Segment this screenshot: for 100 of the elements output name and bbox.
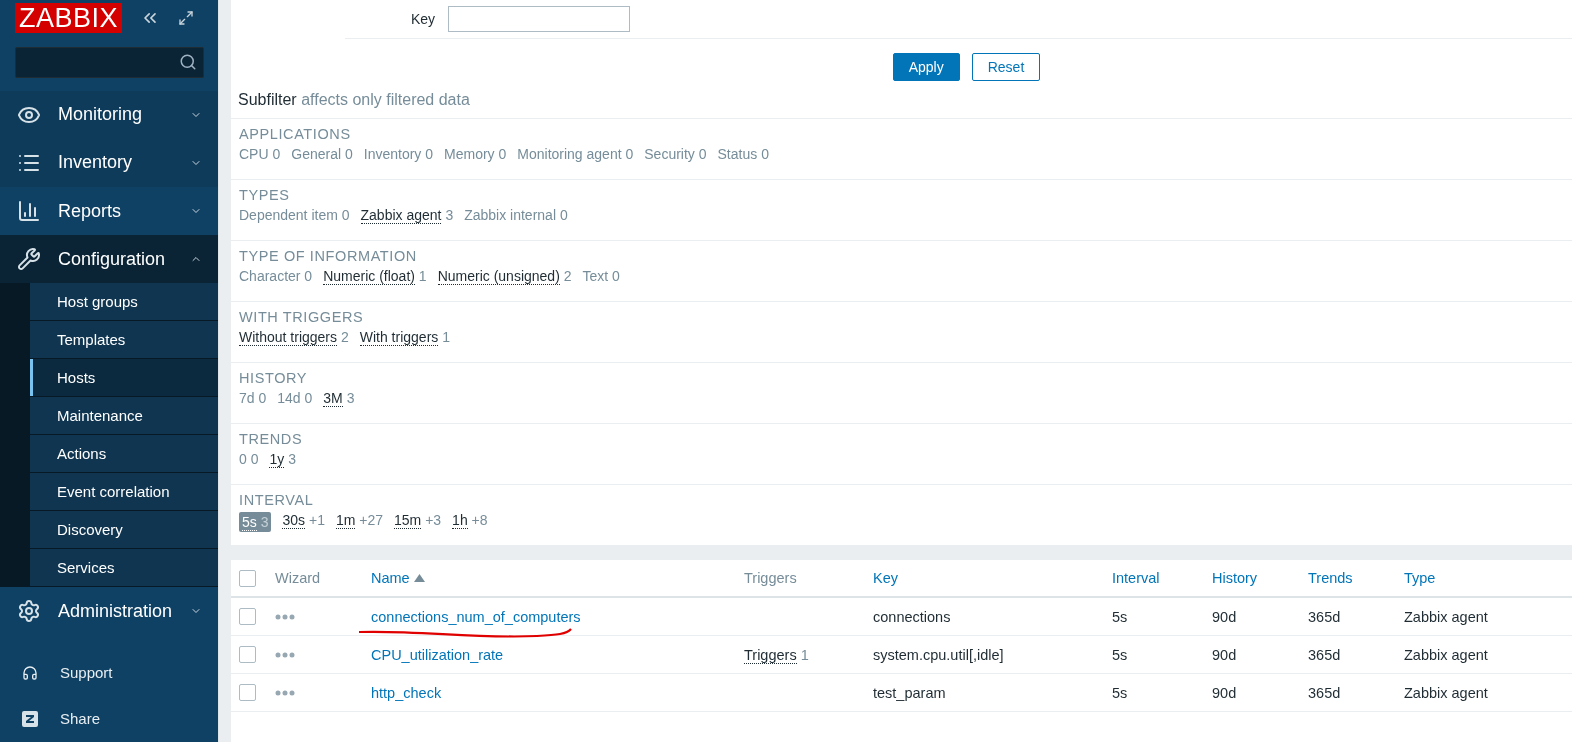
key-input[interactable] bbox=[448, 6, 631, 32]
submenu-item[interactable]: Services bbox=[30, 549, 218, 588]
footer-link[interactable]: Support bbox=[0, 649, 218, 696]
sort-ascending-icon bbox=[413, 574, 425, 582]
search-icon bbox=[179, 53, 197, 72]
subfilter-option: General 0 bbox=[291, 146, 353, 162]
history-cell-text: 90d bbox=[1212, 684, 1238, 701]
subfilter-option: Inventory 0 bbox=[363, 146, 434, 162]
menu-label: Reports bbox=[58, 200, 123, 222]
subfilter-title: Subfilter affects only filtered data bbox=[231, 81, 1572, 119]
subfilter-group-title: INTERVAL bbox=[239, 492, 315, 508]
type-cell-text: Zabbix agent bbox=[1404, 608, 1489, 625]
subfilter-option: Security 0 bbox=[644, 146, 707, 162]
key-cell-text: test_param bbox=[873, 684, 947, 701]
submenu-item[interactable]: Templates bbox=[30, 321, 218, 360]
menu-item[interactable]: Inventory bbox=[0, 138, 218, 187]
trends-cell-text: 365d bbox=[1308, 684, 1342, 701]
subfilter-option[interactable]: Numeric (float) 1 bbox=[323, 268, 427, 284]
subfilter-option[interactable]: 3M 3 bbox=[323, 390, 355, 406]
key-cell-text: connections bbox=[873, 608, 952, 625]
subfilter-group-title: TYPES bbox=[239, 187, 291, 203]
subfilter-option: Zabbix internal 0 bbox=[464, 207, 568, 223]
more-options-icon[interactable] bbox=[275, 651, 295, 658]
history-cell-text: 90d bbox=[1212, 608, 1238, 625]
history-cell-text: 90d bbox=[1212, 646, 1238, 663]
column-header[interactable]: Name bbox=[371, 570, 744, 586]
submenu-item[interactable]: Maintenance bbox=[30, 397, 218, 436]
subfilter-option: Status 0 bbox=[717, 146, 769, 162]
footer-link[interactable]: Share bbox=[0, 695, 218, 742]
menu-label: Configuration bbox=[58, 248, 167, 270]
more-options-icon[interactable] bbox=[275, 689, 295, 696]
subfilter-option: CPU 0 bbox=[239, 146, 281, 162]
kiosk-mode-icon[interactable] bbox=[178, 10, 195, 27]
subfilter-option: 14d 0 bbox=[277, 390, 313, 406]
subfilter-option: 7d 0 bbox=[239, 390, 267, 406]
item-name-link[interactable]: http_check bbox=[371, 684, 442, 701]
column-header[interactable]: History bbox=[1212, 570, 1308, 586]
menu-label: Administration bbox=[58, 600, 174, 622]
interval-cell-text: 5s bbox=[1112, 646, 1129, 663]
submenu-item[interactable]: Actions bbox=[30, 435, 218, 474]
subfilter-option[interactable]: 15m +3 bbox=[394, 512, 442, 532]
subfilter-option[interactable]: Zabbix agent 3 bbox=[360, 207, 454, 223]
column-header: Wizard bbox=[275, 570, 322, 586]
subfilter-option: Memory 0 bbox=[444, 146, 507, 162]
subfilter-option[interactable]: Without triggers 2 bbox=[239, 329, 349, 345]
subfilter-option[interactable]: 1m +27 bbox=[335, 512, 383, 532]
subfilter-group-title: TRENDS bbox=[239, 431, 304, 447]
subfilter-group-title: APPLICATIONS bbox=[239, 126, 352, 142]
type-cell-text: Zabbix agent bbox=[1404, 684, 1489, 701]
subfilter-option: Character 0 bbox=[239, 268, 313, 284]
subfilter-group-title: HISTORY bbox=[239, 370, 309, 386]
subfilter-option: Text 0 bbox=[582, 268, 620, 284]
column-header[interactable]: Type bbox=[1404, 570, 1572, 586]
item-name-link[interactable]: connections_num_of_computers bbox=[371, 608, 581, 625]
submenu-item[interactable]: Discovery bbox=[30, 511, 218, 550]
column-header[interactable]: Key bbox=[873, 570, 1112, 586]
triggers-link[interactable]: Triggers bbox=[744, 646, 797, 664]
bar-chart-icon bbox=[17, 199, 41, 223]
subfilter-option[interactable]: 1y 3 bbox=[269, 451, 296, 467]
trends-cell-text: 365d bbox=[1308, 646, 1342, 663]
type-cell-text: Zabbix agent bbox=[1404, 646, 1489, 663]
subfilter-option: 0 0 bbox=[239, 451, 259, 467]
trends-cell-text: 365d bbox=[1308, 608, 1342, 625]
wrench-icon bbox=[17, 247, 41, 272]
submenu-item[interactable]: Host groups bbox=[30, 283, 218, 322]
more-options-icon[interactable] bbox=[275, 613, 295, 620]
menu-item[interactable]: Configuration bbox=[0, 235, 218, 284]
column-header[interactable]: Trends bbox=[1308, 570, 1404, 586]
menu-label: Monitoring bbox=[58, 104, 144, 126]
subfilter-option[interactable]: Numeric (unsigned) 2 bbox=[437, 268, 572, 284]
key-label: Key bbox=[411, 11, 436, 27]
subfilter-option[interactable]: 1h +8 bbox=[452, 512, 488, 532]
row-checkbox[interactable] bbox=[239, 646, 256, 663]
subfilter-group-title: TYPE OF INFORMATION bbox=[239, 248, 418, 264]
interval-cell-text: 5s bbox=[1112, 608, 1129, 625]
headset-icon bbox=[22, 664, 38, 681]
submenu-item[interactable]: Hosts bbox=[30, 359, 218, 398]
reset-button[interactable]: Reset bbox=[971, 53, 1041, 81]
submenu-item[interactable]: Event correlation bbox=[30, 473, 218, 512]
key-cell-text: system.cpu.util[,idle] bbox=[873, 646, 1005, 663]
item-name-link[interactable]: CPU_utilization_rate bbox=[371, 646, 504, 663]
subfilter-group-title: WITH TRIGGERS bbox=[239, 309, 365, 325]
gear-icon bbox=[17, 599, 41, 624]
select-all-checkbox[interactable] bbox=[239, 569, 256, 587]
column-header: Triggers bbox=[744, 570, 798, 586]
subfilter-option[interactable]: With triggers 1 bbox=[359, 329, 450, 345]
menu-label: Inventory bbox=[58, 152, 134, 174]
subfilter-option: Monitoring agent 0 bbox=[517, 146, 634, 162]
subfilter-option: Dependent item 0 bbox=[239, 207, 350, 223]
menu-item[interactable]: Monitoring bbox=[0, 90, 218, 139]
search-field[interactable] bbox=[15, 46, 204, 78]
letter-z-icon bbox=[22, 710, 38, 727]
interval-cell-text: 5s bbox=[1112, 684, 1129, 701]
apply-button[interactable]: Apply bbox=[892, 53, 960, 81]
logo[interactable]: ZABBIX bbox=[15, 3, 123, 34]
row-checkbox[interactable] bbox=[239, 684, 256, 701]
row-checkbox[interactable] bbox=[239, 608, 256, 625]
triggers-count: 1 bbox=[800, 646, 809, 663]
column-header[interactable]: Interval bbox=[1112, 570, 1212, 586]
subfilter-option[interactable]: 30s +1 bbox=[282, 512, 325, 532]
